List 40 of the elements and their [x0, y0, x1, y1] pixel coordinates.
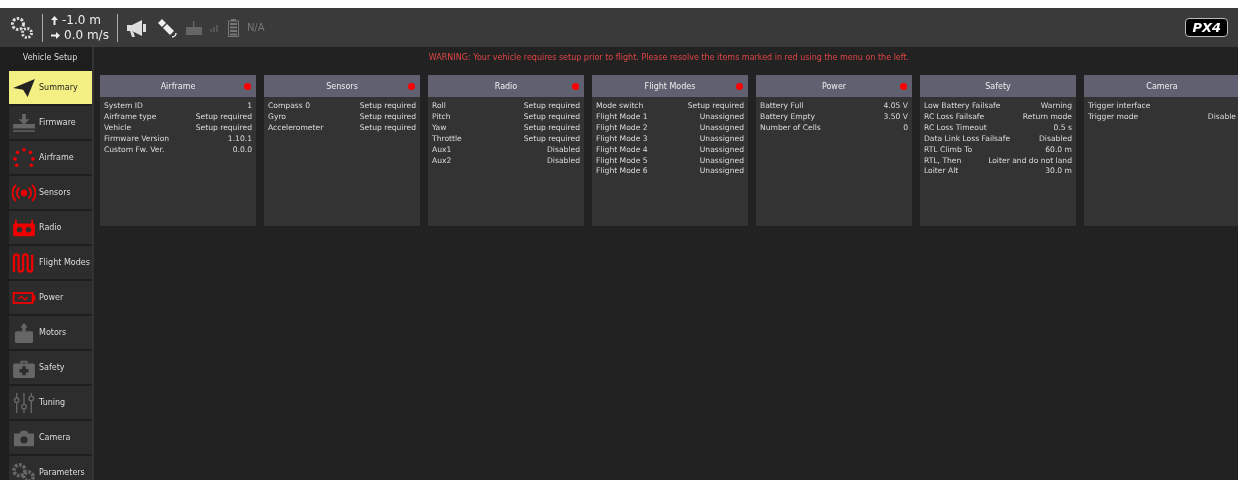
download-icon — [12, 112, 36, 133]
card-header[interactable]: Camera — [1084, 75, 1238, 97]
sidebar-item[interactable]: Firmware — [9, 106, 92, 139]
gears-icon[interactable] — [10, 15, 34, 40]
sidebar-item[interactable]: Flight Modes — [9, 246, 92, 279]
sidebar-item[interactable]: Radio — [9, 211, 92, 244]
sidebar-item[interactable]: Safety — [9, 351, 92, 384]
sidebar-item[interactable]: Airframe — [9, 141, 92, 174]
battery-reading: N/A — [246, 22, 265, 33]
sidebar-item[interactable]: Parameters — [9, 456, 92, 480]
sidebar-item[interactable]: Tuning — [9, 386, 92, 419]
warning-message: WARNING: Your vehicle requires setup prior to flight. Please resolve the items marked in red using the menu on the left. — [427, 52, 911, 64]
card-header[interactable]: Sensors — [264, 75, 420, 97]
card-header[interactable]: Safety — [920, 75, 1076, 97]
signal-bars-icon — [209, 23, 220, 32]
plane-icon — [12, 77, 36, 98]
motor-icon — [12, 322, 36, 343]
arrow-right-icon — [51, 31, 60, 39]
sidebar-item[interactable]: Motors — [9, 316, 92, 349]
sidebar-item[interactable]: Summary — [9, 71, 92, 104]
sliders-icon — [12, 392, 36, 413]
card-header[interactable]: Airframe — [100, 75, 256, 97]
card-header[interactable]: Flight Modes — [592, 75, 748, 97]
sidebar-item[interactable]: Power — [9, 281, 92, 314]
speed-reading: 0.0 m/s — [64, 27, 109, 43]
sidebar-item[interactable]: Sensors — [9, 176, 92, 209]
megaphone-icon[interactable] — [125, 17, 148, 38]
arrow-up-icon — [51, 15, 58, 25]
sidebar-title: Vehicle Setup — [21, 52, 79, 64]
signal-icon — [12, 182, 36, 203]
gears-icon — [12, 462, 36, 480]
card-header[interactable]: Radio — [428, 75, 584, 97]
altitude-reading: -1.0 m — [62, 12, 101, 28]
card-header[interactable]: Power — [756, 75, 912, 97]
sidebar-item[interactable]: Camera — [9, 421, 92, 454]
px4-logo: PX4 — [1185, 18, 1228, 37]
wave-icon — [12, 252, 36, 273]
radio-icon — [12, 217, 36, 238]
dots-icon — [12, 147, 36, 168]
battery-icon[interactable] — [227, 18, 239, 37]
